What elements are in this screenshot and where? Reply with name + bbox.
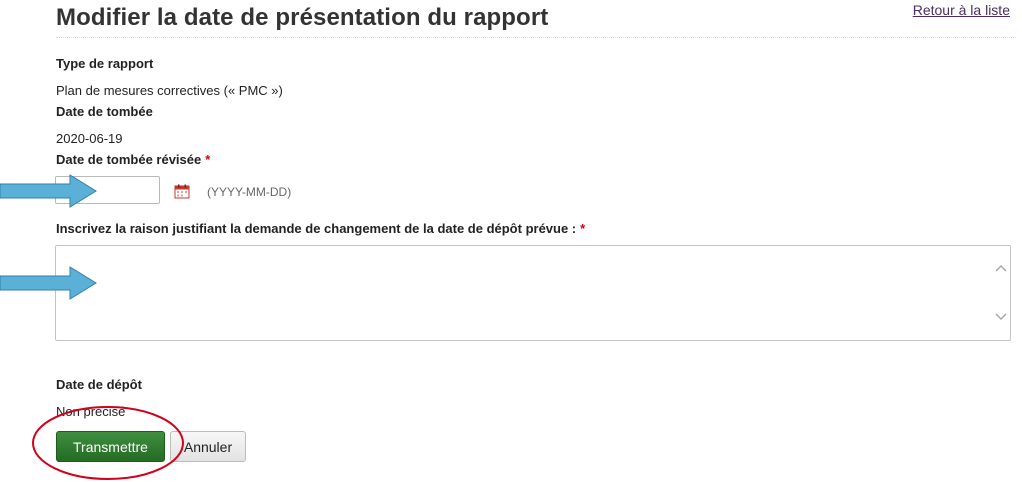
due-date-value: 2020-06-19 <box>56 131 123 146</box>
annotation-arrow-date <box>0 174 97 208</box>
title-divider <box>56 37 1016 38</box>
reason-label-text: Inscrivez la raison justifiant la demand… <box>56 221 577 236</box>
required-marker: * <box>205 152 211 167</box>
back-to-list-link[interactable]: Retour à la liste <box>913 2 1010 18</box>
report-type-label: Type de rapport <box>56 56 154 71</box>
submission-date-label: Date de dépôt <box>56 377 142 392</box>
due-date-label: Date de tombée <box>56 104 153 119</box>
revised-due-date-label-text: Date de tombée révisée <box>56 152 202 167</box>
annotation-arrow-reason <box>0 266 97 300</box>
page-title: Modifier la date de présentation du rapp… <box>56 4 549 31</box>
annotation-circle-submit <box>32 406 184 480</box>
chevron-up-icon[interactable] <box>993 263 1009 273</box>
required-marker: * <box>580 221 586 236</box>
report-type-value: Plan de mesures correctives (« PMC ») <box>56 83 283 98</box>
reason-label: Inscrivez la raison justifiant la demand… <box>56 221 585 236</box>
reason-textarea[interactable] <box>55 245 1011 341</box>
revised-due-date-label: Date de tombée révisée * <box>56 152 210 167</box>
chevron-down-icon[interactable] <box>993 312 1009 322</box>
calendar-icon[interactable] <box>174 184 190 199</box>
date-format-hint: (YYYY-MM-DD) <box>207 185 292 199</box>
